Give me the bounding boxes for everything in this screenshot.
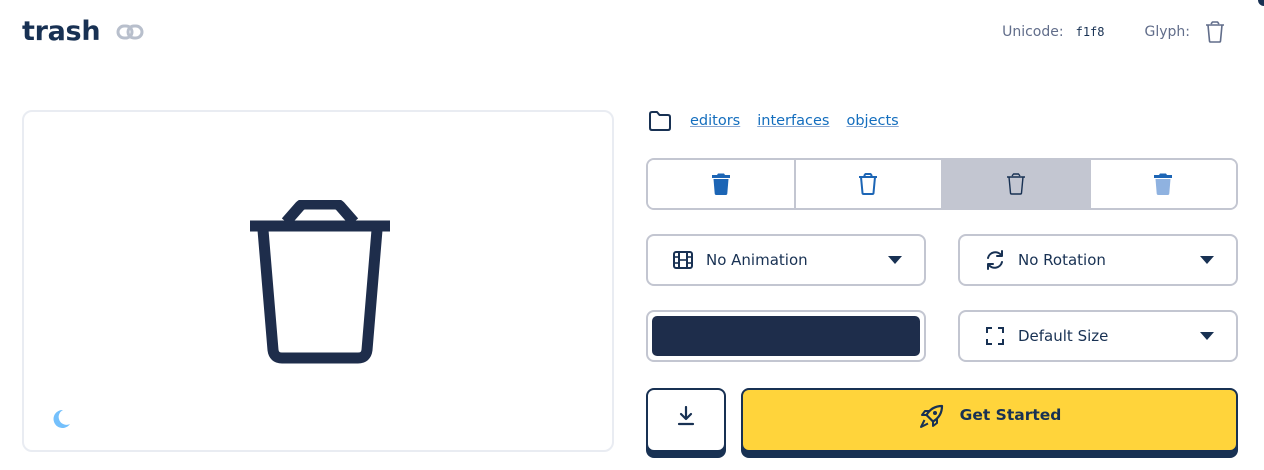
get-started-button[interactable]: Get Started [741,388,1238,452]
color-picker[interactable] [646,310,926,362]
category-list: editors interfaces objects [648,110,916,132]
get-started-label: Get Started [959,406,1062,424]
icon-title: trash [22,16,101,47]
rocket-icon [919,404,943,428]
style-option-duotone[interactable] [1090,160,1236,208]
corner-dot [1258,0,1264,6]
category-link-objects[interactable]: objects [846,113,898,129]
download-button[interactable] [646,388,726,452]
unicode-label: Unicode: [1002,24,1064,40]
trash-duotone-icon [1154,173,1173,195]
rotation-select[interactable]: No Rotation [958,234,1238,286]
color-swatch [652,316,920,356]
rotation-select-value: No Rotation [1018,251,1106,269]
style-option-solid[interactable] [648,160,796,208]
style-option-light[interactable] [943,160,1091,208]
chevron-down-icon [888,256,902,264]
trash-light-icon [1006,173,1025,195]
animation-select[interactable]: No Animation [646,234,926,286]
animation-select-value: No Animation [706,251,808,269]
trash-icon [250,200,390,364]
trash-regular-icon [859,173,878,195]
category-link-editors[interactable]: editors [690,113,740,129]
icon-meta: Unicode: f1f8 Glyph: [1002,20,1226,44]
rotate-icon [984,249,1006,271]
category-link-interfaces[interactable]: interfaces [757,113,829,129]
glyph-label: Glyph: [1144,24,1191,40]
icon-preview [22,110,614,452]
link-icon[interactable] [116,22,144,42]
style-selector [646,158,1238,210]
unicode-value[interactable]: f1f8 [1076,25,1105,39]
chevron-down-icon [1200,256,1214,264]
title-row: trash [22,16,144,47]
folder-icon [649,111,671,131]
trash-glyph-icon[interactable] [1204,20,1226,44]
download-icon [677,406,695,426]
size-select[interactable]: Default Size [958,310,1238,362]
chevron-down-icon [1200,332,1214,340]
film-icon [672,249,694,271]
moon-icon[interactable] [50,408,72,430]
trash-solid-icon [711,173,730,195]
size-select-value: Default Size [1018,327,1109,345]
style-option-regular[interactable] [795,160,943,208]
expand-icon [984,325,1006,347]
